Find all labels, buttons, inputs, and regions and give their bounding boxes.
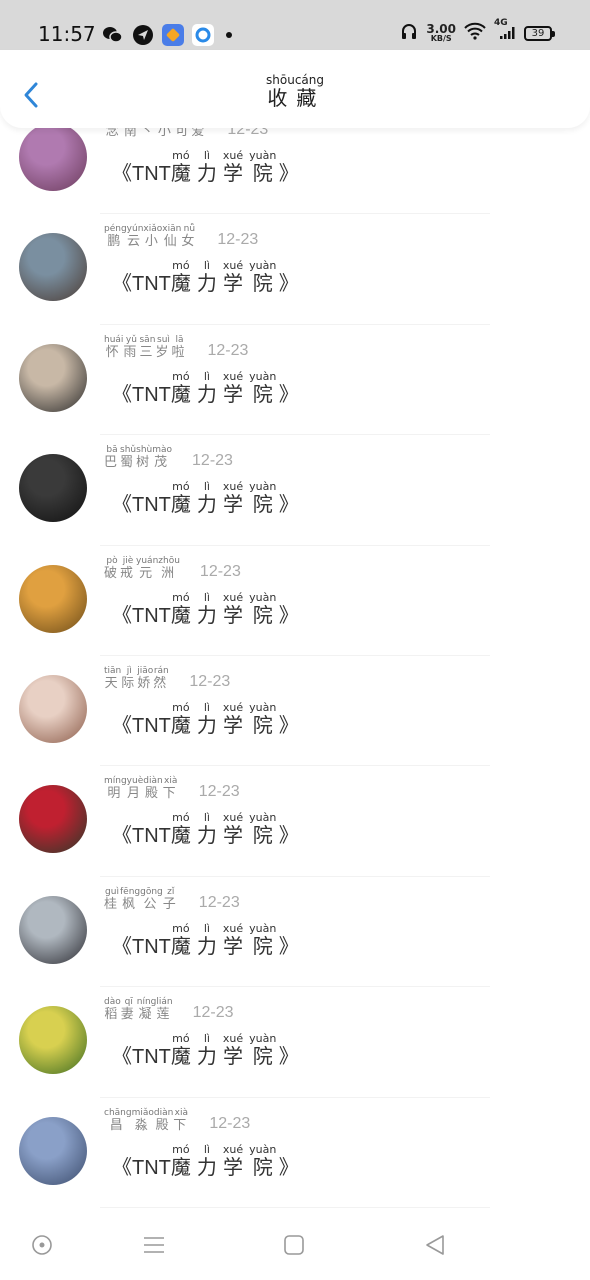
- more-notifications-dot: [226, 32, 232, 38]
- list-item[interactable]: 昌chāng淼miǎo殿diàn下xià 12-23 《TNT魔mó力lì学xué院…: [0, 1098, 590, 1208]
- book-title-link[interactable]: 《TNT魔mó力lì学xué院yuàn》: [112, 1032, 299, 1069]
- author-name: 昌chāng淼miǎo殿diàn下xià: [104, 1107, 190, 1133]
- book-title-link[interactable]: 《TNT魔mó力lì学xué院yuàn》: [112, 811, 299, 848]
- list-item[interactable]: 桂guì枫fēng公gōng子zǐ 12-23 《TNT魔mó力lì学xué院yuà…: [0, 877, 590, 988]
- square-icon: [284, 1235, 304, 1255]
- author-name: 鹏péng云yún小xiǎo仙xiān女nǚ: [104, 224, 198, 250]
- list-item[interactable]: 巴bā蜀shǔ树shù茂mào 12-23 《TNT魔mó力lì学xué院yuàn》: [0, 435, 590, 546]
- author-name: 桂guì枫fēng公gōng子zǐ: [104, 886, 179, 912]
- divider: [100, 1206, 490, 1208]
- date-label: 12-23: [199, 562, 241, 580]
- menu-icon: [144, 1237, 164, 1253]
- book-title-link[interactable]: 《TNT魔mó力lì学xué院yuàn》: [112, 149, 299, 186]
- author-name: 天tiān际jì娇jiāo然rán: [104, 665, 170, 691]
- battery-icon: 39: [524, 25, 555, 41]
- favorites-list: 念niàn南nán丶zhǔ小xiǎo可kě爱ài12-23《TNT魔mó力lì学…: [0, 104, 590, 1208]
- book-title-link[interactable]: 《TNT魔mó力lì学xué院yuàn》: [112, 1143, 299, 1180]
- wifi-icon: [464, 22, 486, 44]
- book-title-link[interactable]: 《TNT魔mó力lì学xué院yuàn》: [112, 591, 299, 628]
- nav-back-button[interactable]: [422, 1232, 448, 1258]
- status-time: 11:57: [38, 22, 96, 46]
- author-name: 巴bā蜀shǔ树shù茂mào: [104, 445, 173, 471]
- wechat-icon: [102, 24, 124, 46]
- avatar[interactable]: [19, 564, 87, 633]
- book-title-link[interactable]: 《TNT魔mó力lì学xué院yuàn》: [112, 370, 299, 407]
- date-label: 12-23: [189, 672, 231, 690]
- avatar[interactable]: [19, 785, 87, 854]
- avatar[interactable]: [19, 1006, 87, 1075]
- date-label: 12-23: [217, 231, 259, 249]
- book-title-link[interactable]: 《TNT魔mó力lì学xué院yuàn》: [112, 922, 299, 959]
- nav-home-button[interactable]: [281, 1232, 307, 1258]
- nav-menu-button[interactable]: [141, 1232, 167, 1258]
- list-item[interactable]: 怀huái雨yǔ三sān岁suì啦lā 12-23 《TNT魔mó力lì学xué院y…: [0, 325, 590, 436]
- triangle-back-icon: [426, 1235, 444, 1255]
- date-label: 12-23: [192, 452, 233, 470]
- list-item[interactable]: 鹏péng云yún小xiǎo仙xiān女nǚ 12-23 《TNT魔mó力lì学xu…: [0, 214, 590, 325]
- headphones-icon: [400, 22, 418, 44]
- cell-signal-icon: 4G: [494, 18, 516, 44]
- status-right: 3.00 KB/S 4G 39: [400, 18, 555, 44]
- navigation-header: 收shōu藏cáng: [0, 50, 590, 128]
- date-label: 12-23: [198, 893, 240, 911]
- nav-circle-button[interactable]: [29, 1232, 55, 1258]
- author-name: 稻dào妻qī凝níng莲lián: [104, 997, 173, 1023]
- avatar[interactable]: [19, 454, 87, 523]
- date-label: 12-23: [192, 1004, 234, 1022]
- author-name: 怀huái雨yǔ三sān岁suì啦lā: [104, 334, 188, 360]
- notification-icons: [102, 24, 232, 46]
- author-name: 破pò戒jiè元yuán洲zhōu: [104, 555, 180, 581]
- date-label: 12-23: [198, 783, 240, 801]
- system-nav-bar: [0, 1212, 590, 1280]
- book-title-link[interactable]: 《TNT魔mó力lì学xué院yuàn》: [112, 701, 299, 738]
- avatar[interactable]: [19, 674, 87, 743]
- browser-app-icon: [192, 24, 214, 46]
- author-name: 明míng月yuè殿diàn下xià: [104, 776, 179, 802]
- circle-icon: [32, 1235, 52, 1255]
- avatar[interactable]: [19, 1116, 87, 1185]
- book-title-link[interactable]: 《TNT魔mó力lì学xué院yuàn》: [112, 480, 299, 517]
- page-title: 收shōu藏cáng: [266, 73, 324, 110]
- date-label: 12-23: [209, 1114, 251, 1132]
- list-item[interactable]: 天tiān际jì娇jiāo然rán 12-23 《TNT魔mó力lì学xué院yuà…: [0, 656, 590, 767]
- shortcut-app-icon: [162, 24, 184, 46]
- send-app-icon: [132, 24, 154, 46]
- avatar[interactable]: [19, 343, 87, 412]
- book-title-link[interactable]: 《TNT魔mó力lì学xué院yuàn》: [112, 259, 299, 296]
- avatar[interactable]: [19, 895, 87, 964]
- avatar[interactable]: [19, 123, 87, 191]
- network-type: 4G: [494, 18, 508, 28]
- list-item[interactable]: 明míng月yuè殿diàn下xià 12-23 《TNT魔mó力lì学xué院yu…: [0, 766, 590, 877]
- network-speed: 3.00 KB/S: [426, 22, 456, 43]
- list-item[interactable]: 稻dào妻qī凝níng莲lián 12-23 《TNT魔mó力lì学xué院yuà…: [0, 987, 590, 1098]
- date-label: 12-23: [207, 341, 249, 359]
- avatar[interactable]: [19, 233, 87, 302]
- list-item[interactable]: 破pò戒jiè元yuán洲zhōu 12-23 《TNT魔mó力lì学xué院yuà…: [0, 546, 590, 656]
